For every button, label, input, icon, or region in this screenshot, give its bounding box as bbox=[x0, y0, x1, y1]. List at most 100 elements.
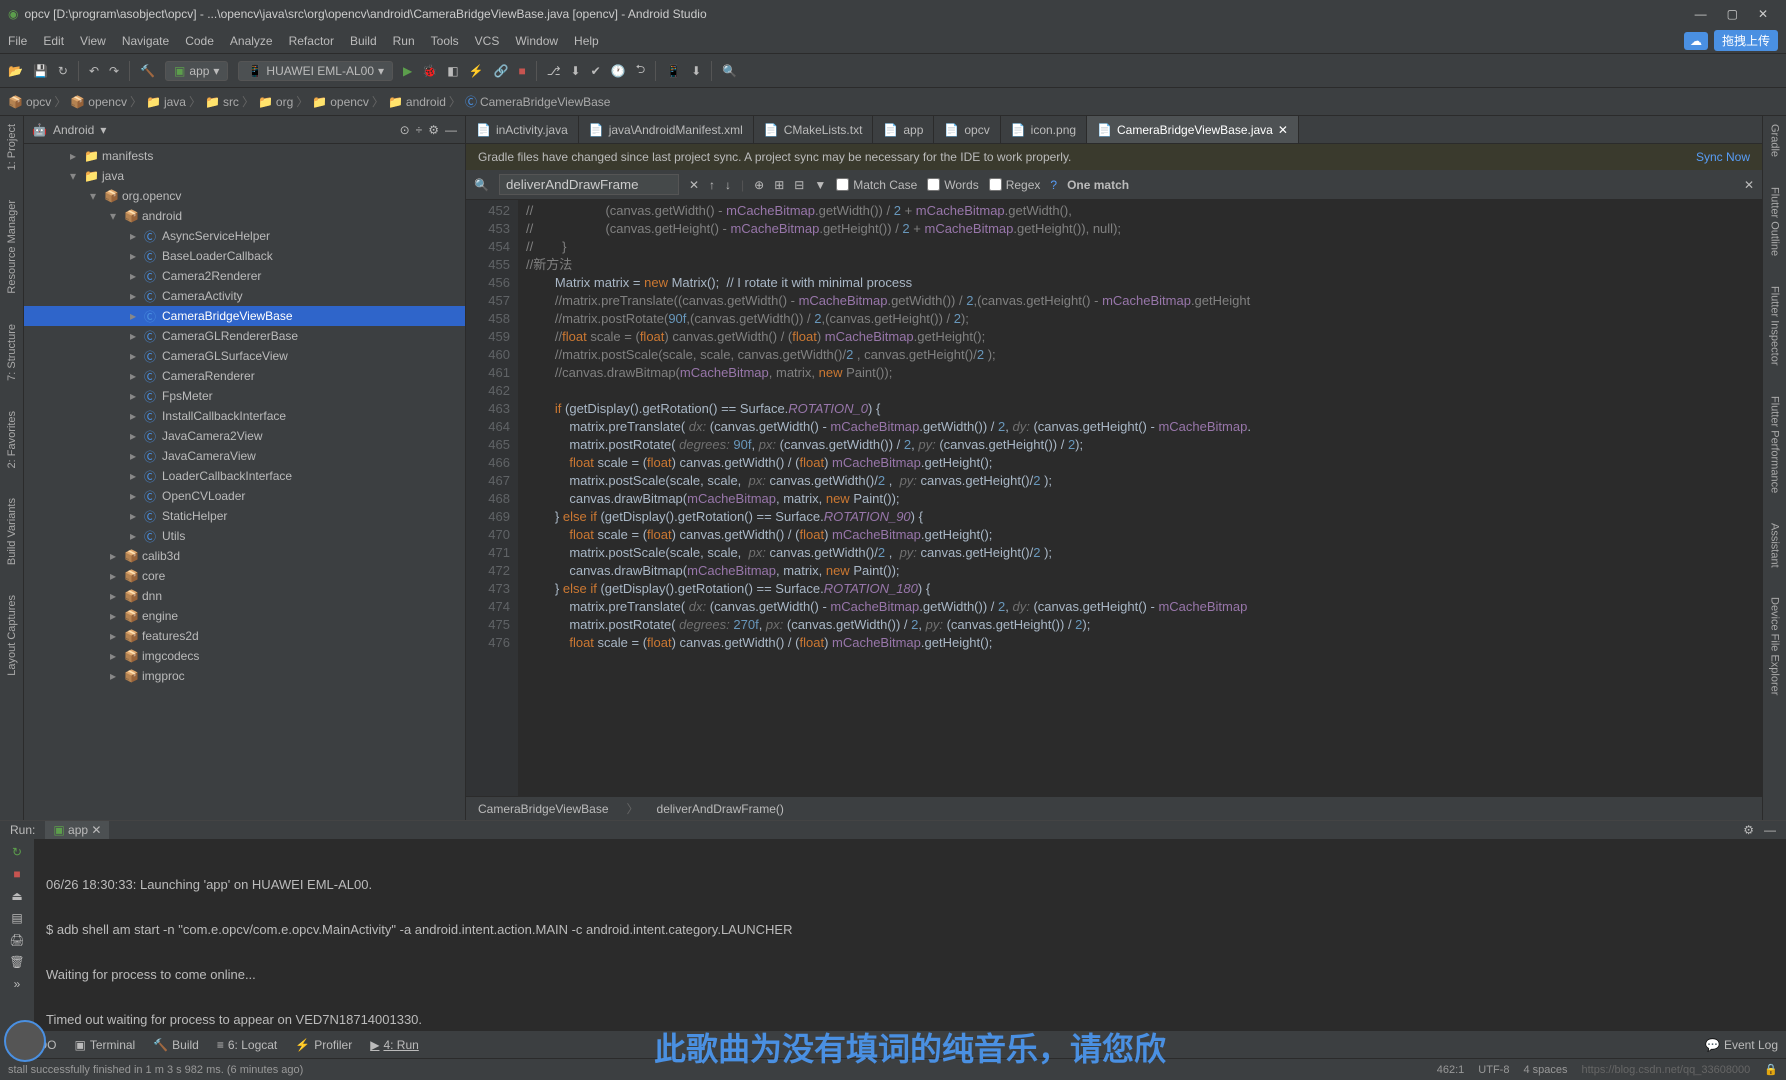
run-output[interactable]: 06/26 18:30:33: Launching 'app' on HUAWE… bbox=[34, 839, 1786, 1080]
tree-node[interactable]: ▾📦org.opencv bbox=[24, 186, 465, 206]
find-prev-icon[interactable]: ↑ bbox=[709, 178, 715, 192]
tree-collapse-icon[interactable]: ÷ bbox=[416, 123, 423, 137]
commit-icon[interactable]: ✔ bbox=[591, 64, 601, 78]
tree-node[interactable]: ▸📦engine bbox=[24, 606, 465, 626]
editor-tab[interactable]: 📄icon.png bbox=[1001, 116, 1087, 143]
chevron-down-icon[interactable]: ▾ bbox=[100, 123, 106, 137]
nav-method[interactable]: deliverAndDrawFrame() bbox=[657, 802, 784, 816]
menu-navigate[interactable]: Navigate bbox=[122, 34, 169, 48]
tree-node[interactable]: ▸ⒸInstallCallbackInterface bbox=[24, 406, 465, 426]
save-icon[interactable]: 💾 bbox=[33, 64, 48, 78]
stop-icon[interactable]: ■ bbox=[518, 64, 525, 78]
tree-node[interactable]: ▸📦features2d bbox=[24, 626, 465, 646]
tree-node[interactable]: ▸ⒸJavaCamera2View bbox=[24, 426, 465, 446]
tab-structure[interactable]: 7: Structure bbox=[6, 324, 18, 381]
avd-icon[interactable]: 📱 bbox=[666, 64, 681, 78]
menu-help[interactable]: Help bbox=[574, 34, 599, 48]
tab-resource-manager[interactable]: Resource Manager bbox=[6, 200, 18, 294]
undo-icon[interactable]: ↶ bbox=[89, 64, 99, 78]
cloud-icon[interactable]: ☁ bbox=[1684, 32, 1708, 50]
stop-icon[interactable]: ■ bbox=[13, 867, 20, 881]
match-case-check[interactable]: Match Case bbox=[836, 178, 917, 192]
tab-device-file-explorer[interactable]: Device File Explorer bbox=[1769, 597, 1781, 695]
filter-icon[interactable]: ▼ bbox=[814, 178, 826, 192]
menu-refactor[interactable]: Refactor bbox=[289, 34, 334, 48]
attach-icon[interactable]: 🔗 bbox=[494, 64, 509, 78]
menu-run[interactable]: Run bbox=[393, 34, 415, 48]
editor-tab[interactable]: 📄CameraBridgeViewBase.java✕ bbox=[1087, 116, 1299, 143]
find-input[interactable] bbox=[499, 174, 679, 195]
tree-node[interactable]: ▸ⒸCameraGLSurfaceView bbox=[24, 346, 465, 366]
maximize-icon[interactable]: ▢ bbox=[1727, 7, 1738, 21]
tree-mode[interactable]: Android bbox=[53, 123, 94, 137]
tree-node[interactable]: ▸📦dnn bbox=[24, 586, 465, 606]
tree-node[interactable]: ▸📁manifests bbox=[24, 146, 465, 166]
coverage-icon[interactable]: ◧ bbox=[447, 64, 458, 78]
tree-node[interactable]: ▾📁java bbox=[24, 166, 465, 186]
tab-flutter-inspector[interactable]: Flutter Inspector bbox=[1769, 286, 1781, 365]
debug-icon[interactable]: 🐞 bbox=[422, 64, 437, 78]
hammer-icon[interactable]: 🔨 bbox=[140, 64, 155, 78]
avatar[interactable] bbox=[4, 1020, 46, 1062]
exit-icon[interactable]: ⏏ bbox=[11, 889, 22, 903]
crumb-5[interactable]: 📁opencv〉 bbox=[312, 93, 384, 110]
editor-tab[interactable]: 📄app bbox=[873, 116, 934, 143]
find-select-icon[interactable]: ⊞ bbox=[774, 178, 784, 192]
tree-node[interactable]: ▸📦imgcodecs bbox=[24, 646, 465, 666]
menu-code[interactable]: Code bbox=[185, 34, 214, 48]
code-text[interactable]: // (canvas.getWidth() - mCacheBitmap.get… bbox=[518, 200, 1762, 796]
crumb-1[interactable]: 📦opencv〉 bbox=[70, 93, 142, 110]
run-settings-icon[interactable]: ⚙ bbox=[1743, 823, 1754, 837]
words-check[interactable]: Words bbox=[927, 178, 978, 192]
tree-node[interactable]: ▾📦android bbox=[24, 206, 465, 226]
crumb-3[interactable]: 📁src〉 bbox=[205, 93, 254, 110]
close-icon[interactable]: ✕ bbox=[1758, 7, 1768, 21]
tab-build-variants[interactable]: Build Variants bbox=[6, 498, 18, 565]
crumb-7[interactable]: ⒸCameraBridgeViewBase bbox=[465, 93, 611, 110]
tree-node[interactable]: ▸📦core bbox=[24, 566, 465, 586]
run-icon[interactable]: ▶ bbox=[403, 64, 412, 78]
tab-layout-captures[interactable]: Layout Captures bbox=[6, 595, 18, 676]
vcs-icon[interactable]: ⎇ bbox=[547, 64, 561, 78]
menu-view[interactable]: View bbox=[80, 34, 106, 48]
editor-tab[interactable]: 📄java\AndroidManifest.xml bbox=[579, 116, 754, 143]
tree-node[interactable]: ▸ⒸFpsMeter bbox=[24, 386, 465, 406]
find-add-icon[interactable]: ⊕ bbox=[754, 178, 764, 192]
tree-node[interactable]: ▸ⒸCamera2Renderer bbox=[24, 266, 465, 286]
nav-class[interactable]: CameraBridgeViewBase bbox=[478, 802, 609, 816]
run-config-combo[interactable]: ▣ app ▾ bbox=[165, 61, 228, 81]
redo-icon[interactable]: ↷ bbox=[109, 64, 119, 78]
menu-edit[interactable]: Edit bbox=[43, 34, 64, 48]
tree-node[interactable]: ▸ⒸLoaderCallbackInterface bbox=[24, 466, 465, 486]
find-close-icon[interactable]: ✕ bbox=[689, 178, 699, 192]
find-next-icon[interactable]: ↓ bbox=[725, 178, 731, 192]
tab-favorites[interactable]: 2: Favorites bbox=[6, 411, 18, 468]
tab-flutter-performance[interactable]: Flutter Performance bbox=[1769, 396, 1781, 493]
tab-flutter-outline[interactable]: Flutter Outline bbox=[1769, 187, 1781, 256]
tree-node[interactable]: ▸ⒸCameraRenderer bbox=[24, 366, 465, 386]
regex-check[interactable]: Regex bbox=[989, 178, 1041, 192]
find-help-icon[interactable]: ? bbox=[1050, 178, 1057, 192]
delete-icon[interactable]: 🗑 bbox=[9, 955, 24, 969]
tree-node[interactable]: ▸ⒸJavaCameraView bbox=[24, 446, 465, 466]
tree-node[interactable]: ▸ⒸCameraBridgeViewBase bbox=[24, 306, 465, 326]
tree-node[interactable]: ▸ⒸUtils bbox=[24, 526, 465, 546]
tree-node[interactable]: ▸ⒸCameraGLRendererBase bbox=[24, 326, 465, 346]
expand-icon[interactable]: » bbox=[14, 977, 21, 991]
tree-node[interactable]: ▸ⒸCameraActivity bbox=[24, 286, 465, 306]
crumb-4[interactable]: 📁org〉 bbox=[258, 93, 308, 110]
findbar-close-icon[interactable]: ✕ bbox=[1744, 178, 1754, 192]
menu-build[interactable]: Build bbox=[350, 34, 377, 48]
tree-settings-icon[interactable]: ⚙ bbox=[428, 123, 439, 137]
layout-icon[interactable]: ▤ bbox=[11, 911, 22, 925]
refresh-icon[interactable]: ↻ bbox=[58, 64, 68, 78]
tree-node[interactable]: ▸ⒸOpenCVLoader bbox=[24, 486, 465, 506]
tree-node[interactable]: ▸📦calib3d bbox=[24, 546, 465, 566]
minimize-icon[interactable]: — bbox=[1695, 7, 1707, 21]
rollback-icon[interactable]: ⮌ bbox=[636, 60, 646, 81]
tab-gradle[interactable]: Gradle bbox=[1769, 124, 1781, 157]
editor-tab[interactable]: 📄CMakeLists.txt bbox=[754, 116, 874, 143]
tree-node[interactable]: ▸ⒸAsyncServiceHelper bbox=[24, 226, 465, 246]
tab-assistant[interactable]: Assistant bbox=[1769, 523, 1781, 568]
rerun-icon[interactable]: ↻ bbox=[12, 845, 22, 859]
